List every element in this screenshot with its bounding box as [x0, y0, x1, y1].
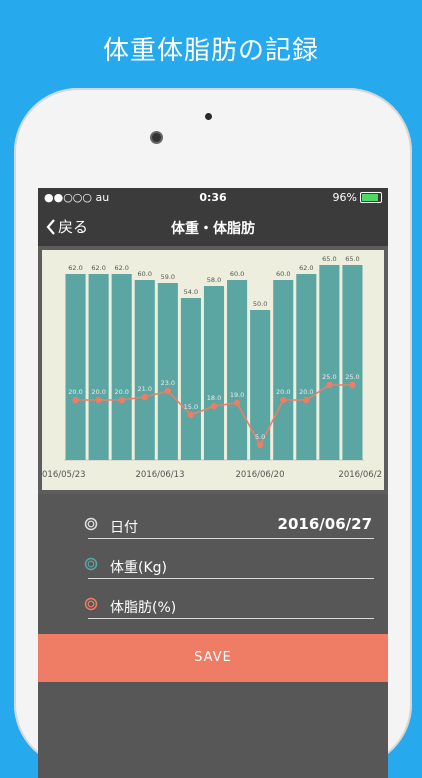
- status-bar: ●●○○○ au 0:36 96%: [38, 188, 388, 208]
- date-label: 日付: [110, 520, 138, 536]
- app-screen: ●●○○○ au 0:36 96% 戻る 体重・体脂肪 62.0 62.0 62.0…: [38, 188, 388, 778]
- weight-bar-label: 60.0: [230, 270, 244, 278]
- fat-point-label: 18.0: [207, 394, 221, 402]
- fat-label: 体脂肪(%): [110, 600, 177, 616]
- fat-point: [326, 381, 333, 389]
- weight-bar: [273, 280, 294, 460]
- phone-frame: ●●○○○ au 0:36 96% 戻る 体重・体脂肪 62.0 62.0 62.0…: [14, 88, 412, 778]
- weight-bar: [65, 274, 86, 460]
- fat-point: [233, 399, 241, 407]
- weight-bar-label: 65.0: [345, 255, 359, 263]
- fat-point-label: 25.0: [322, 373, 336, 381]
- fat-point-label: 20.0: [276, 388, 290, 396]
- status-right: 96%: [333, 191, 382, 204]
- fat-point: [349, 381, 356, 389]
- chart-svg: 62.0 62.0 62.0 60.0 59.0 54.0 58.0 60.0 50.0 60.0…: [42, 255, 382, 480]
- weight-bar: [180, 298, 201, 460]
- weight-bar: [111, 274, 132, 460]
- front-camera: [152, 133, 161, 142]
- weight-bar: [296, 274, 317, 460]
- speaker: [205, 113, 212, 120]
- weight-bar-label: 65.0: [322, 255, 336, 263]
- fat-point-label: 15.0: [184, 403, 198, 411]
- fat-point: [256, 441, 264, 449]
- weight-bar-label: 60.0: [276, 270, 290, 278]
- fat-point-label: 5.0: [255, 433, 265, 441]
- fat-point: [72, 396, 79, 404]
- date-field[interactable]: 日付 2016/06/27: [84, 512, 374, 539]
- weight-bar: [227, 280, 248, 460]
- weight-bar-label: 54.0: [184, 288, 198, 296]
- fat-field[interactable]: 体脂肪(%): [84, 592, 374, 619]
- weight-bar: [157, 283, 178, 460]
- weight-bar-label: 62.0: [299, 264, 313, 272]
- weight-bar-label: 50.0: [253, 300, 267, 308]
- fat-point: [303, 396, 310, 404]
- battery-icon: [360, 192, 382, 203]
- weight-fat-chart: 62.0 62.0 62.0 60.0 59.0 54.0 58.0 60.0 50.0 60.0…: [42, 250, 384, 490]
- fat-point-label: 21.0: [138, 385, 152, 393]
- fat-point-label: 23.0: [161, 379, 175, 387]
- weight-bar: [203, 286, 225, 460]
- fat-point: [141, 393, 148, 401]
- weight-bar-label: 58.0: [207, 276, 221, 284]
- fat-point: [95, 396, 102, 404]
- chart-container: 62.0 62.0 62.0 60.0 59.0 54.0 58.0 60.0 50.0 60.0…: [38, 246, 388, 494]
- page-title: 体重・体脂肪: [171, 221, 255, 237]
- fat-point: [118, 396, 125, 404]
- weight-bar-label: 60.0: [138, 270, 152, 278]
- navigation-bar: 戻る 体重・体脂肪: [38, 208, 388, 246]
- weight-bar: [319, 265, 340, 460]
- weight-radio-icon: [84, 557, 98, 571]
- weight-bar-label: 59.0: [161, 273, 175, 281]
- weight-bar: [88, 274, 109, 460]
- fat-point-label: 20.0: [114, 388, 128, 396]
- save-button[interactable]: SAVE: [38, 634, 388, 682]
- x-tick-label: 2016/06/20: [236, 470, 285, 480]
- weight-bar-label: 62.0: [114, 264, 128, 272]
- fat-point-label: 19.0: [230, 391, 244, 399]
- fat-point: [210, 402, 218, 410]
- fat-point-label: 20.0: [68, 388, 82, 396]
- weight-bar: [342, 265, 363, 460]
- app-headline: 体重体脂肪の記録: [102, 36, 319, 66]
- x-tick-label: 2016/06/13: [136, 470, 185, 480]
- fat-point: [280, 396, 287, 404]
- battery-percent: 96%: [332, 191, 357, 204]
- fat-point-label: 20.0: [91, 388, 105, 396]
- fat-radio-icon: [84, 597, 98, 611]
- fat-point: [164, 387, 172, 395]
- weight-bar-label: 62.0: [91, 264, 105, 272]
- weight-field[interactable]: 体重(Kg): [84, 552, 374, 579]
- weight-bar: [134, 280, 155, 460]
- weight-label: 体重(Kg): [110, 560, 167, 576]
- x-tick-label: 2016/06/2: [338, 470, 382, 480]
- weight-bar-label: 62.0: [68, 264, 82, 272]
- date-value: 2016/06/27: [277, 515, 372, 533]
- fat-point: [187, 411, 195, 419]
- date-radio-icon: [84, 517, 98, 531]
- fat-point-label: 20.0: [299, 388, 313, 396]
- fat-point-label: 25.0: [345, 373, 359, 381]
- x-tick-label: 016/05/23: [42, 470, 86, 480]
